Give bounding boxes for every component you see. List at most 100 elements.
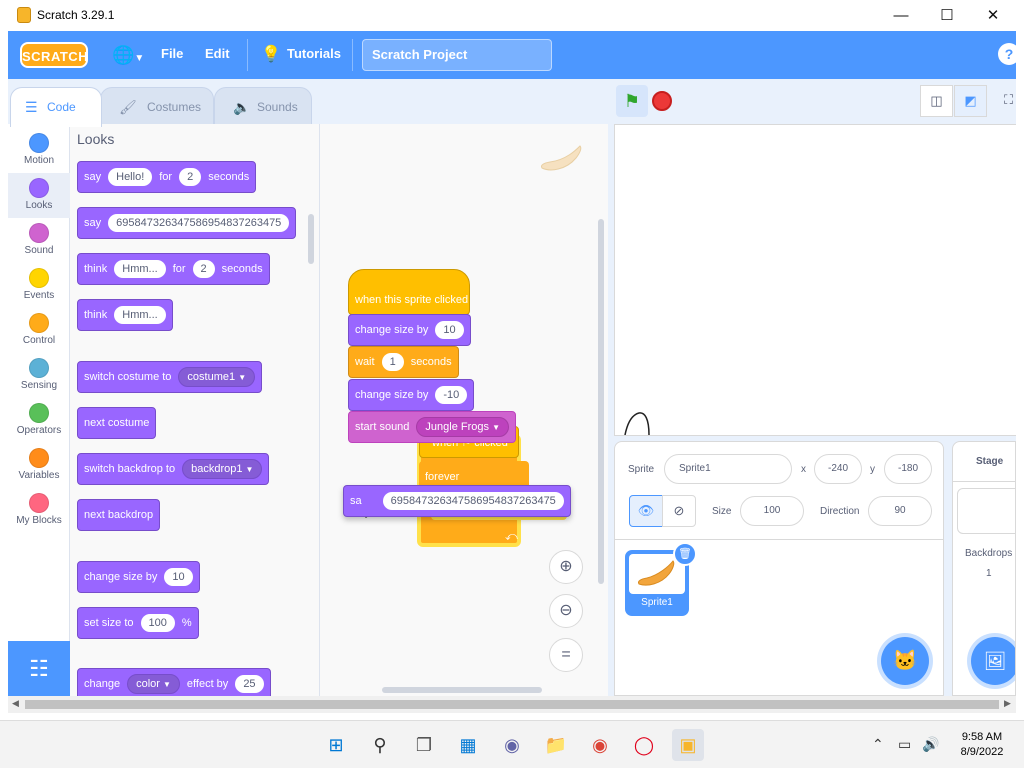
file-menu[interactable]: File [161,46,183,61]
block-input[interactable]: Hmm... [114,306,166,324]
block-say[interactable]: say 695847326347586954837263475 [77,207,297,239]
green-flag-button[interactable]: ⚑ [616,85,648,117]
scratch-taskbar-button[interactable]: ▣ [672,729,704,761]
category-motion[interactable]: Motion [8,128,70,173]
scrollbar-thumb[interactable] [25,700,999,709]
block-next-backdrop[interactable]: next backdrop [77,499,161,531]
category-looks[interactable]: Looks [8,173,70,218]
show-sprite-button[interactable]: 👁 [629,495,663,527]
palette-scrollbar[interactable] [308,214,314,264]
add-sprite-button[interactable]: 🐱 [881,637,929,685]
language-menu[interactable]: 🌐▼ [112,43,152,67]
block-change-size[interactable]: change size by -10 [348,379,475,411]
stage-canvas[interactable] [614,124,1016,436]
block-input[interactable]: Hello! [108,168,153,186]
edit-menu[interactable]: Edit [205,46,230,61]
tab-code[interactable]: ☰ Code [10,87,102,127]
add-backdrop-button[interactable]: 🖼 [971,637,1015,685]
block-input[interactable]: 10 [164,568,193,586]
block-input[interactable]: 695847326347586954837263475 [382,492,564,510]
y-input[interactable]: -180 [884,454,932,484]
scroll-right-icon[interactable]: ▶ [1004,698,1011,709]
workspace-scrollbar-horizontal[interactable] [382,687,542,693]
script-workspace[interactable]: when ⚑ clicked forever ⤺ when this sprit… [320,124,608,696]
block-switch-costume[interactable]: switch costume to costume1 ▼ [77,361,263,393]
close-button[interactable]: ✕ [970,0,1016,31]
block-input[interactable]: 25 [235,675,264,693]
widgets-button[interactable]: ▦ [452,729,484,761]
sound-dropdown[interactable]: Jungle Frogs ▼ [416,417,509,437]
sprite-tile-selected[interactable]: Sprite1 🗑 [625,542,697,616]
block-say-dragging[interactable]: sa 695847326347586954837263475 [343,485,571,517]
category-control[interactable]: Control [8,308,70,353]
system-clock[interactable]: 9:58 AM 8/9/2022 [950,730,1014,760]
category-events[interactable]: Events [8,263,70,308]
block-start-sound[interactable]: start sound Jungle Frogs ▼ [348,411,516,443]
block-think-for-secs[interactable]: think Hmm... for 2 seconds [77,253,270,285]
costume-dropdown[interactable]: costume1 ▼ [178,367,256,387]
zoom-in-button[interactable]: ⊕ [549,550,583,584]
tutorials-button[interactable]: Tutorials [287,46,341,61]
category-sound[interactable]: Sound [8,218,70,263]
add-extension-button[interactable]: ☷ [8,641,70,696]
block-set-size[interactable]: set size to 100 % [77,607,199,639]
block-when-sprite-clicked[interactable]: when this sprite clicked [348,269,470,315]
block-input[interactable]: 2 [192,260,215,278]
minimize-button[interactable]: — [878,0,924,31]
delete-sprite-button[interactable]: 🗑 [673,542,697,566]
zoom-reset-button[interactable]: = [549,638,583,672]
category-variables[interactable]: Variables [8,443,70,488]
scroll-left-icon[interactable]: ◀ [12,698,19,709]
x-input[interactable]: -240 [814,454,862,484]
display-icon[interactable]: ▭ [898,736,911,753]
block-switch-backdrop[interactable]: switch backdrop to backdrop1 ▼ [77,453,270,485]
block-input[interactable]: 695847326347586954837263475 [108,214,290,232]
block-input[interactable]: 10 [435,321,464,339]
hide-sprite-button[interactable]: ⊘ [662,495,696,527]
workspace-scrollbar-vertical[interactable] [598,219,604,584]
task-view-button[interactable]: ❐ [408,729,440,761]
help-button[interactable]: ? [998,43,1020,65]
project-title-input[interactable]: Scratch Project [362,39,552,71]
fullscreen-button[interactable]: ⛶ [992,85,1016,117]
maximize-button[interactable]: ☐ [924,0,970,31]
chevron-up-icon[interactable]: ⌃ [872,736,884,753]
tab-costumes[interactable]: 🖌 Costumes [100,87,214,125]
stage-selector[interactable]: Stage Backdrops 1 🖼 [952,441,1016,696]
tab-sounds[interactable]: 🔈 Sounds [214,87,312,125]
block-input[interactable]: 1 [381,353,404,371]
zoom-out-button[interactable]: ⊖ [549,594,583,628]
direction-input[interactable]: 90 [868,496,932,526]
large-stage-button[interactable]: ◩ [954,85,987,117]
block-input[interactable]: -10 [435,386,468,404]
sprite-name-input[interactable]: Sprite1 [664,454,792,484]
category-sensing[interactable]: Sensing [8,353,70,398]
block-change-effect[interactable]: change color ▼ effect by 25 [77,668,271,696]
sprite-on-stage[interactable] [621,405,655,436]
backdrop-dropdown[interactable]: backdrop1 ▼ [182,459,263,479]
start-button[interactable]: ⊞ [320,729,352,761]
chat-button[interactable]: ◉ [496,729,528,761]
category-operators[interactable]: Operators [8,398,70,443]
block-change-size[interactable]: change size by 10 [348,314,471,346]
stop-button[interactable] [652,91,672,111]
block-wait[interactable]: wait 1 seconds [348,346,459,378]
block-change-size[interactable]: change size by 10 [77,561,200,593]
effect-dropdown[interactable]: color ▼ [127,674,180,694]
block-next-costume[interactable]: next costume [77,407,157,439]
block-input[interactable]: 2 [179,168,202,186]
category-my-blocks[interactable]: My Blocks [8,488,70,533]
block-think[interactable]: think Hmm... [77,299,173,331]
scratch-logo[interactable]: SCRATCH [20,42,88,68]
chrome-button[interactable]: ◉ [584,729,616,761]
file-explorer-button[interactable]: 📁 [540,729,572,761]
block-input[interactable]: Hmm... [114,260,166,278]
search-button[interactable]: ⚲ [364,729,396,761]
volume-icon[interactable]: 🔊 [922,736,939,753]
size-input[interactable]: 100 [740,496,804,526]
block-input[interactable]: 100 [140,614,175,632]
block-say-for-secs[interactable]: say Hello! for 2 seconds [77,161,257,193]
window-scrollbar-horizontal[interactable]: ◀ ▶ [8,696,1016,713]
small-stage-button[interactable]: ◫ [920,85,953,117]
opera-button[interactable]: ◯ [628,729,660,761]
